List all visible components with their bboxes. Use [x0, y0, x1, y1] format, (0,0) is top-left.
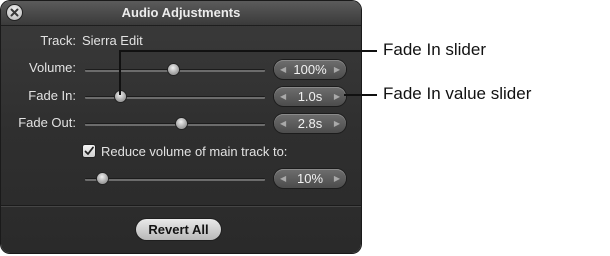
callout-line [344, 94, 377, 96]
checkmark-icon [84, 146, 94, 155]
audio-adjustments-hud: Audio Adjustments Track: Sierra Edit Vol… [1, 1, 361, 253]
fade-out-value-slider[interactable]: ◀ 2.8s ▶ [274, 114, 346, 133]
fade-in-value-slider-callout: Fade In value slider [383, 84, 532, 103]
increment-arrow-icon[interactable]: ▶ [334, 169, 340, 188]
increment-arrow-icon[interactable]: ▶ [334, 87, 340, 106]
fade-in-slider[interactable] [85, 96, 265, 99]
increment-arrow-icon[interactable]: ▶ [334, 114, 340, 133]
fade-in-value: 1.0s [297, 89, 323, 104]
increment-arrow-icon[interactable]: ▶ [334, 60, 340, 79]
fade-in-value-slider[interactable]: ◀ 1.0s ▶ [274, 87, 346, 106]
reduce-volume-value-slider[interactable]: ◀ 10% ▶ [274, 169, 346, 188]
fade-out-label: Fade Out: [18, 115, 76, 130]
fade-in-slider-knob[interactable] [115, 91, 126, 102]
fade-out-slider[interactable] [85, 123, 265, 126]
callout-line [119, 50, 377, 52]
fade-out-slider-knob[interactable] [176, 118, 187, 129]
reduce-volume-checkbox[interactable] [83, 145, 95, 157]
window-title: Audio Adjustments [121, 5, 241, 20]
title-bar: Audio Adjustments [1, 1, 361, 26]
volume-slider-knob[interactable] [168, 64, 179, 75]
fade-in-slider-callout: Fade In slider [383, 40, 486, 59]
reduce-volume-slider[interactable] [85, 178, 265, 181]
volume-value: 100% [293, 62, 327, 77]
callout-line [119, 50, 121, 95]
track-label: Track: [40, 33, 76, 48]
volume-label: Volume: [29, 60, 76, 75]
track-name: Sierra Edit [82, 33, 143, 48]
revert-all-button[interactable]: Revert All [136, 219, 221, 240]
reduce-volume-label: Reduce volume of main track to: [101, 144, 288, 159]
fade-in-label: Fade In: [28, 88, 76, 103]
fade-out-value: 2.8s [297, 116, 323, 131]
reduce-volume-value: 10% [296, 171, 324, 186]
divider [1, 205, 361, 206]
reduce-volume-slider-knob[interactable] [97, 173, 108, 184]
volume-value-slider[interactable]: ◀ 100% ▶ [274, 60, 346, 79]
